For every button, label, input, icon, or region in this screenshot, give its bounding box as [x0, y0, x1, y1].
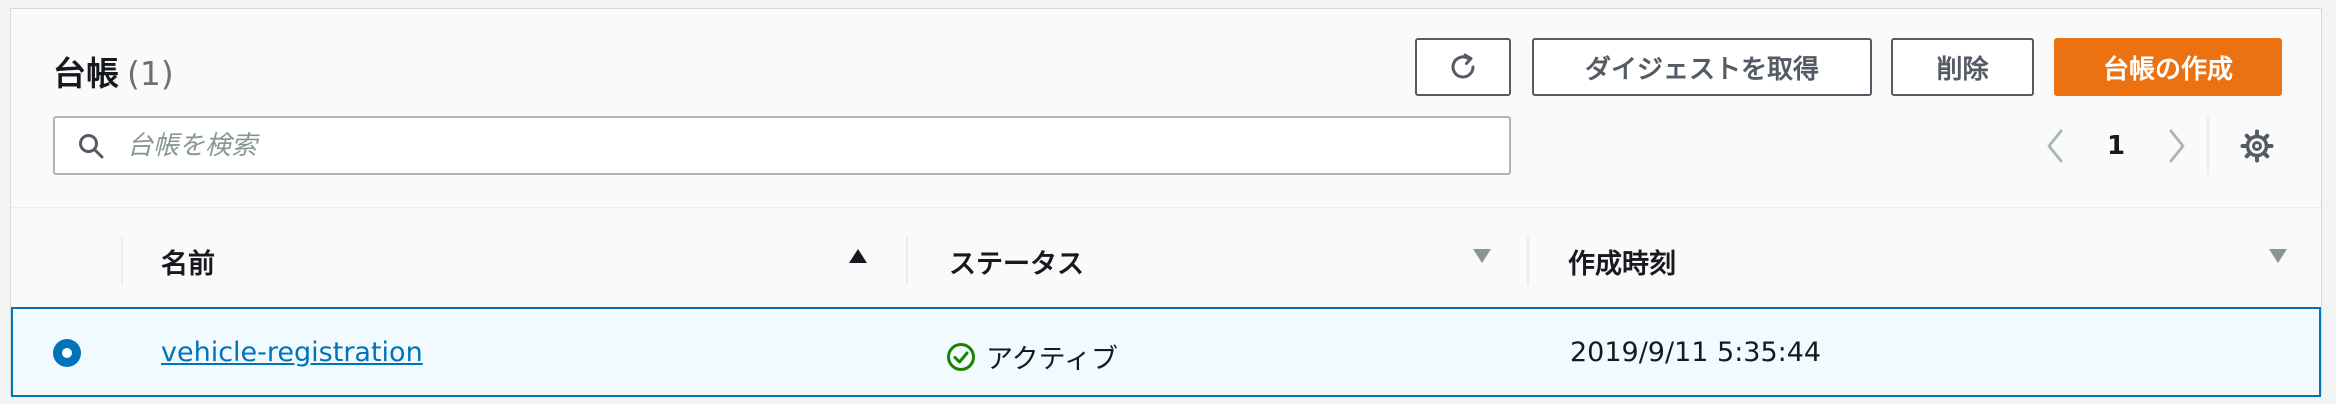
create-ledger-button[interactable]: 台帳の作成	[2054, 38, 2282, 96]
refresh-icon	[1447, 51, 1479, 83]
column-divider	[121, 237, 123, 285]
check-circle-icon	[946, 342, 976, 372]
sort-caret-down-icon[interactable]	[2267, 247, 2289, 265]
chevron-left-icon	[2045, 128, 2065, 164]
ledger-created-time: 2019/9/11 5:35:44	[1570, 337, 1822, 368]
ledgers-panel: 台帳 (1) ダイジェストを取得 削除 台帳の作成 台帳を検索 1 名前 ステー…	[10, 8, 2322, 397]
ledger-count: (1)	[127, 54, 174, 93]
page-title: 台帳 (1)	[53, 47, 174, 95]
ledger-name-link[interactable]: vehicle-registration	[161, 337, 423, 368]
settings-button[interactable]	[2233, 122, 2281, 170]
column-header-name[interactable]: 名前	[161, 242, 215, 281]
get-digest-button[interactable]: ダイジェストを取得	[1532, 38, 1872, 96]
previous-page-button[interactable]	[2035, 122, 2075, 170]
column-header-status[interactable]: ステータス	[949, 242, 1084, 281]
search-icon	[77, 132, 105, 160]
column-divider	[906, 237, 908, 285]
column-header-created[interactable]: 作成時刻	[1568, 242, 1676, 281]
delete-button[interactable]: 削除	[1891, 38, 2034, 96]
current-page-number[interactable]: 1	[2096, 122, 2136, 170]
page-title-label: 台帳	[53, 54, 119, 93]
sort-ascending-icon[interactable]	[847, 247, 869, 265]
table-header: 名前 ステータス 作成時刻	[11, 208, 2321, 307]
row-select-radio[interactable]	[53, 339, 81, 367]
table-row[interactable]: vehicle-registration アクティブ 2019/9/11 5:3…	[11, 307, 2321, 397]
pager-divider	[2207, 117, 2209, 175]
panel-header: 台帳 (1) ダイジェストを取得 削除 台帳の作成 台帳を検索 1	[11, 9, 2321, 208]
search-box	[53, 116, 1511, 175]
refresh-button[interactable]	[1415, 38, 1511, 96]
ledger-status-label: アクティブ	[986, 344, 1119, 375]
column-divider	[1527, 237, 1529, 285]
chevron-right-icon	[2167, 128, 2187, 164]
search-input[interactable]	[125, 117, 1509, 174]
sort-caret-down-icon[interactable]	[1471, 247, 1493, 265]
next-page-button[interactable]	[2157, 122, 2197, 170]
gear-icon	[2240, 129, 2274, 163]
ledger-status: アクティブ	[946, 337, 1118, 376]
